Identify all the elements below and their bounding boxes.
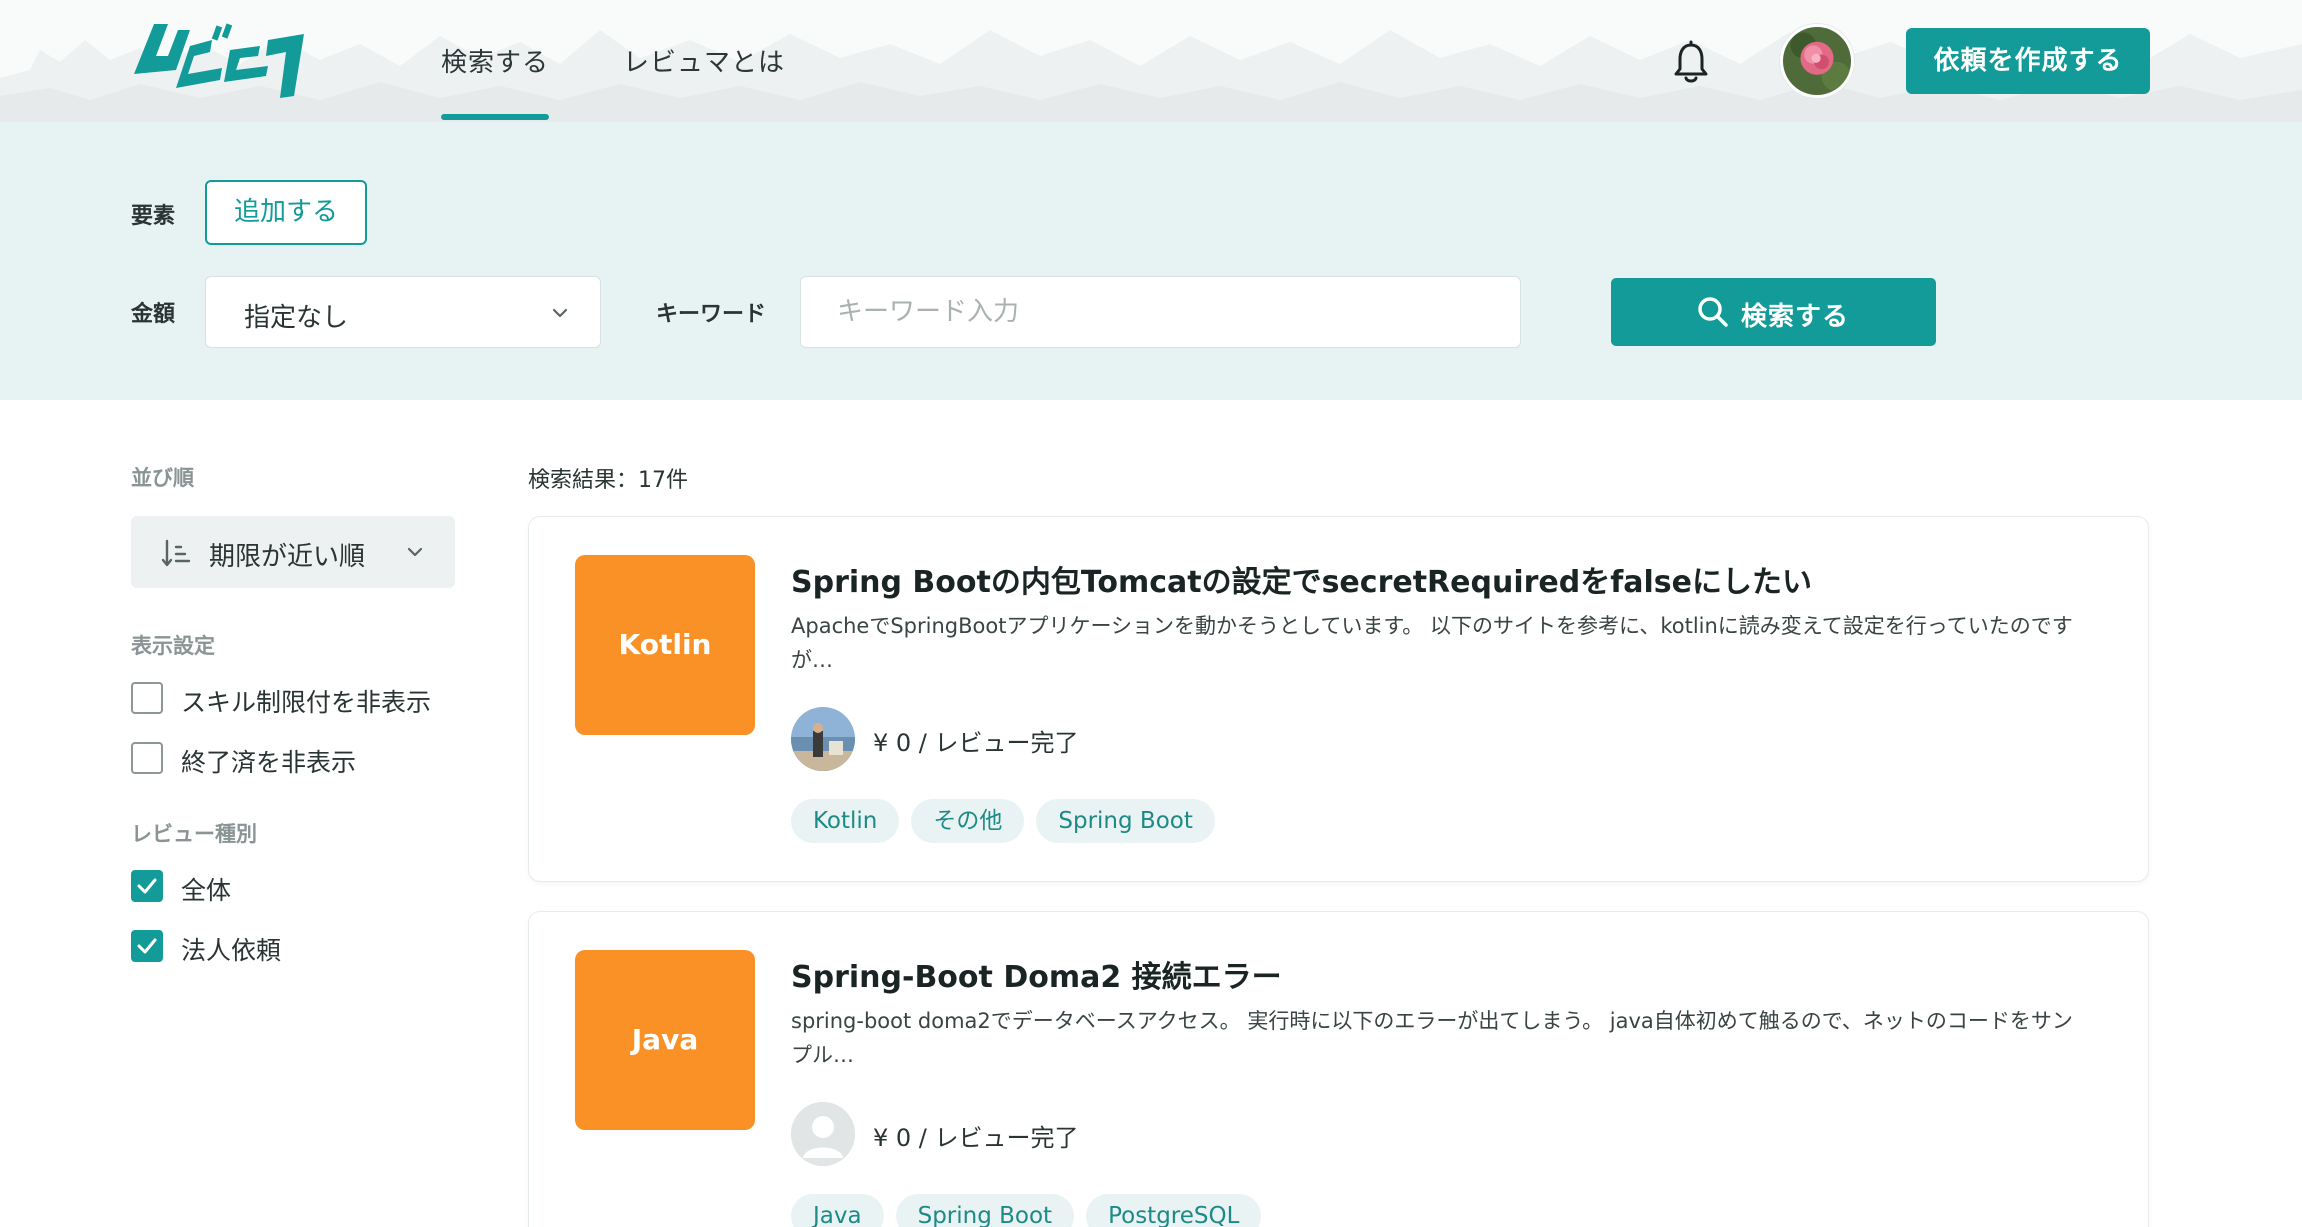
tag[interactable]: PostgreSQL <box>1086 1194 1262 1227</box>
checkbox-label: 全体 <box>181 876 232 905</box>
sort-ascending-icon <box>161 539 191 567</box>
search-icon <box>1698 297 1728 327</box>
result-description: ApacheでSpringBootアプリケーションを動かそうとしています。 以下… <box>791 614 2073 672</box>
sort-select-value: 期限が近い順 <box>209 542 366 572</box>
sort-heading: 並び順 <box>131 466 194 490</box>
create-request-button[interactable]: 依頼を作成する <box>1906 28 2150 94</box>
search-button[interactable]: 検索する <box>1611 278 1936 346</box>
result-thumbnail[interactable]: Java <box>575 950 755 1130</box>
active-tab-indicator <box>441 114 549 120</box>
result-count: 検索結果：17件 <box>528 468 688 493</box>
result-title[interactable]: Spring Bootの内包Tomcatの設定でsecretRequiredをf… <box>791 557 1812 601</box>
tag[interactable]: Spring Boot <box>1036 799 1215 843</box>
result-thumbnail[interactable]: Kotlin <box>575 555 755 735</box>
keyword-label: キーワード <box>656 302 767 327</box>
tag[interactable]: Spring Boot <box>895 1194 1075 1227</box>
checkmark-icon <box>137 938 157 954</box>
tag-list: Java Spring Boot PostgreSQL <box>791 1194 1262 1227</box>
tag-list: Kotlin その他 Spring Boot <box>791 799 1215 843</box>
checkbox-box[interactable] <box>131 930 163 962</box>
search-button-label: 検索する <box>1741 302 1850 332</box>
tag[interactable]: その他 <box>911 799 1025 843</box>
amount-select-value: 指定なし <box>244 303 349 333</box>
checkmark-icon <box>137 878 157 894</box>
amount-label: 金額 <box>131 302 176 327</box>
tab-about[interactable]: レビュマとは <box>623 42 785 79</box>
checkbox-label: 終了済を非表示 <box>181 748 357 777</box>
price-status: ¥ 0 / レビュー完了 <box>873 729 1079 757</box>
tag[interactable]: Kotlin <box>791 799 900 843</box>
requester-avatar[interactable] <box>791 707 855 771</box>
display-settings-heading: 表示設定 <box>131 634 215 658</box>
result-card[interactable]: Kotlin Spring Bootの内包Tomcatの設定でsecretReq… <box>528 516 2149 882</box>
amount-select[interactable]: 指定なし <box>205 276 601 348</box>
chevron-down-icon <box>552 308 568 318</box>
search-panel <box>0 122 2302 400</box>
chevron-down-icon <box>407 547 423 557</box>
checkbox-box[interactable] <box>131 742 163 774</box>
requester-avatar-placeholder[interactable] <box>791 1102 855 1166</box>
keyword-input[interactable] <box>800 276 1521 348</box>
sort-select[interactable]: 期限が近い順 <box>131 516 455 588</box>
result-description: spring-boot doma2でデータベースアクセス。 実行時に以下のエラー… <box>791 1009 2073 1067</box>
price-status: ¥ 0 / レビュー完了 <box>873 1124 1079 1152</box>
user-avatar[interactable] <box>1780 24 1854 98</box>
logo-icon[interactable] <box>128 16 312 104</box>
checkbox-box[interactable] <box>131 870 163 902</box>
checkbox-box[interactable] <box>131 682 163 714</box>
add-element-button[interactable]: 追加する <box>205 180 367 245</box>
checkbox-label: スキル制限付を非表示 <box>181 688 432 717</box>
top-header: 検索する レビュマとは 依頼を作成する <box>0 0 2302 122</box>
bell-icon[interactable] <box>1671 40 1711 84</box>
result-title[interactable]: Spring-Boot Doma2 接続エラー <box>791 952 1282 996</box>
review-type-heading: レビュー種別 <box>131 822 257 846</box>
element-label: 要素 <box>131 204 176 229</box>
result-card[interactable]: Java Spring-Boot Doma2 接続エラー spring-boot… <box>528 911 2149 1227</box>
checkbox-label: 法人依頼 <box>181 936 282 965</box>
tab-search[interactable]: 検索する <box>441 42 549 79</box>
tag[interactable]: Java <box>791 1194 884 1227</box>
